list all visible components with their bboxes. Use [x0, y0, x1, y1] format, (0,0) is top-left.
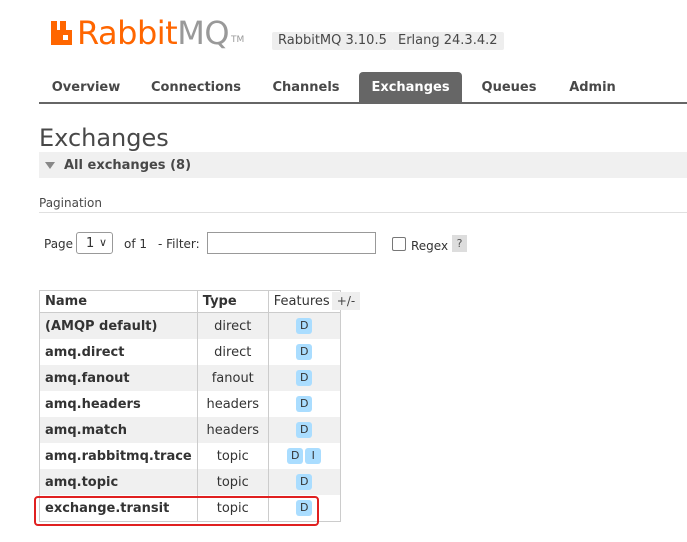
collapse-triangle-icon — [45, 161, 55, 169]
page-select-value: 1 — [86, 236, 95, 251]
exchanges-table: Name Type Features (AMQP default) direct… — [39, 290, 341, 522]
filter-input[interactable] — [207, 232, 376, 254]
exchange-name-link[interactable]: (AMQP default) — [39, 312, 198, 339]
exchange-type: topic — [196, 469, 269, 495]
exchange-type: direct — [196, 339, 269, 365]
chevron-down-icon: ∨ — [98, 236, 107, 249]
tab-exchanges[interactable]: Exchanges — [359, 72, 462, 104]
column-toggle-button[interactable]: +/- — [332, 292, 360, 310]
table-row: amq.topic topic D — [39, 469, 341, 495]
pagination-heading: Pagination — [39, 196, 102, 210]
erlang-version: Erlang 24.3.4.2 — [392, 32, 504, 50]
table-row: amq.fanout fanout D — [39, 365, 341, 391]
exchange-type: fanout — [196, 365, 269, 391]
durable-badge: D — [296, 500, 313, 516]
page-label: Page — [44, 237, 74, 251]
tab-connections[interactable]: Connections — [140, 72, 252, 102]
regex-label: Regex — [411, 239, 449, 253]
exchange-name-link[interactable]: amq.topic — [39, 469, 198, 495]
exchange-name-link[interactable]: amq.match — [39, 417, 198, 443]
exchange-features: D — [267, 495, 341, 522]
rabbitmq-logo[interactable]: Rabbit MQ TM — [50, 13, 244, 53]
exchange-name-link[interactable]: amq.headers — [39, 391, 198, 417]
nav-underline — [39, 102, 687, 104]
tab-overview[interactable]: Overview — [40, 72, 132, 102]
tab-queues[interactable]: Queues — [472, 72, 546, 102]
exchange-features: D — [267, 469, 341, 495]
exchange-features: D — [267, 417, 341, 443]
exchange-features: D — [267, 391, 341, 417]
durable-badge: D — [296, 370, 313, 386]
column-header-name[interactable]: Name — [39, 290, 198, 313]
durable-badge: D — [296, 344, 313, 360]
exchange-type: topic — [196, 495, 269, 522]
exchange-name-link[interactable]: amq.rabbitmq.trace — [39, 443, 198, 469]
exchange-name-link[interactable]: exchange.transit — [39, 495, 198, 522]
column-header-type[interactable]: Type — [196, 290, 269, 313]
logo-text-rabbit: Rabbit — [77, 14, 178, 52]
durable-badge: D — [296, 474, 313, 490]
internal-badge: I — [305, 448, 322, 464]
exchange-type: topic — [196, 443, 269, 469]
durable-badge: D — [296, 422, 313, 438]
table-row: amq.headers headers D — [39, 391, 341, 417]
rabbitmq-logo-icon — [51, 21, 72, 45]
table-row: amq.match headers D — [39, 417, 341, 443]
filter-label: - Filter: — [158, 237, 200, 251]
durable-badge: D — [287, 448, 304, 464]
column-header-features: Features — [267, 290, 341, 313]
page-title: Exchanges — [39, 124, 169, 152]
regex-help-button[interactable]: ? — [452, 235, 467, 252]
exchange-type: headers — [196, 391, 269, 417]
table-row: (AMQP default) direct D — [39, 312, 341, 339]
exchange-features: D — [267, 312, 341, 339]
page-select[interactable]: 1 ∨ — [76, 232, 113, 254]
tab-channels[interactable]: Channels — [262, 72, 350, 102]
logo-text-mq: MQ — [177, 14, 229, 52]
exchange-features: D — [267, 365, 341, 391]
exchange-type: headers — [196, 417, 269, 443]
tab-admin[interactable]: Admin — [556, 72, 629, 102]
table-row: exchange.transit topic D — [39, 495, 341, 522]
exchange-features: DI — [267, 443, 341, 469]
regex-checkbox[interactable] — [392, 237, 406, 251]
table-row: amq.rabbitmq.trace topic DI — [39, 443, 341, 469]
exchange-name-link[interactable]: amq.direct — [39, 339, 198, 365]
table-row: amq.direct direct D — [39, 339, 341, 365]
exchange-name-link[interactable]: amq.fanout — [39, 365, 198, 391]
logo-trademark: TM — [231, 35, 245, 45]
exchange-features: D — [267, 339, 341, 365]
durable-badge: D — [296, 318, 313, 334]
exchange-type: direct — [196, 312, 269, 339]
page-count-label: of 1 — [124, 237, 148, 251]
section-label: All exchanges (8) — [64, 157, 192, 173]
rabbitmq-version: RabbitMQ 3.10.5 — [272, 32, 393, 50]
durable-badge: D — [296, 396, 313, 412]
pagination-divider — [39, 212, 687, 213]
all-exchanges-toggle[interactable]: All exchanges (8) — [39, 152, 687, 178]
